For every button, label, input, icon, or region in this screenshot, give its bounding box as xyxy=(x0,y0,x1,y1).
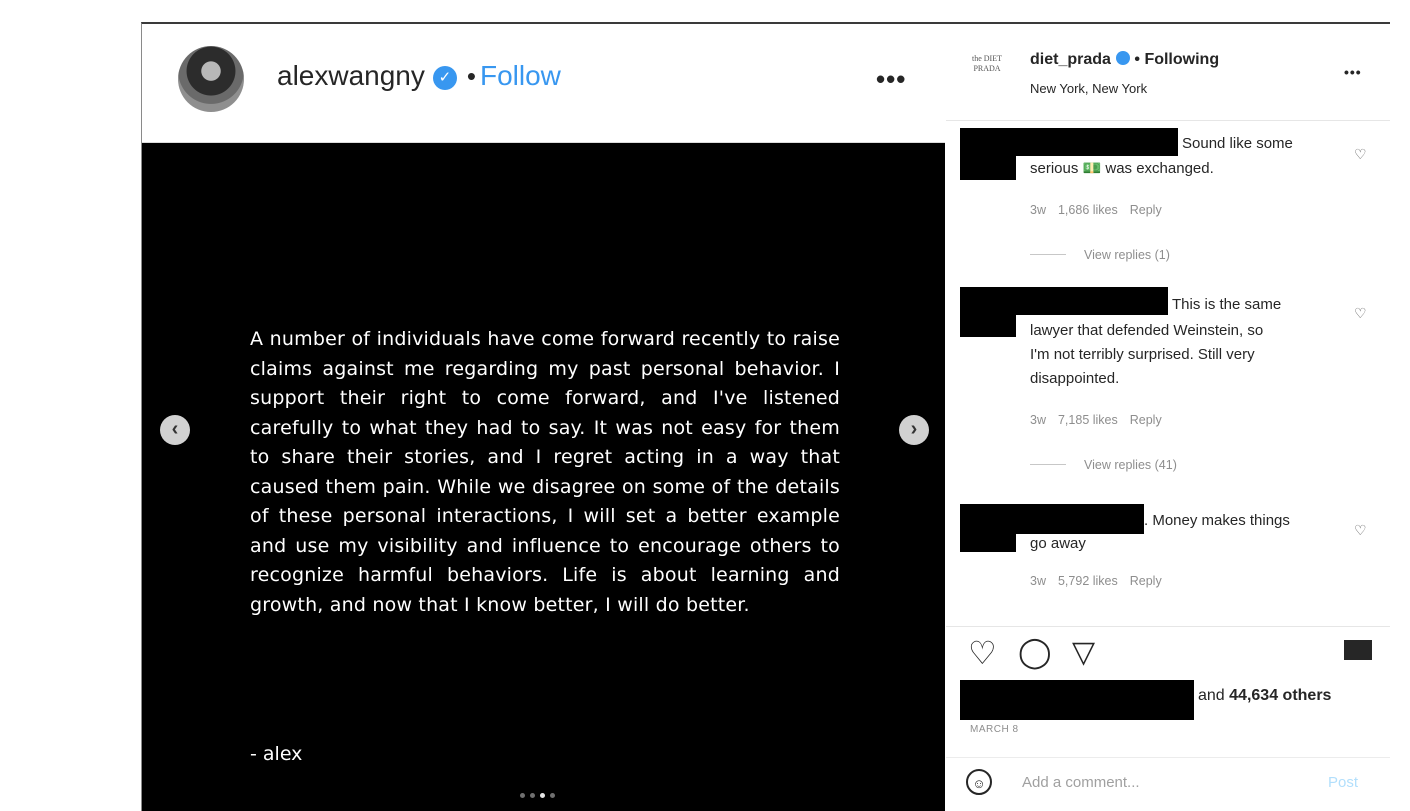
comment-reply-button[interactable]: Reply xyxy=(1130,574,1162,588)
post-location[interactable]: New York, New York xyxy=(1030,81,1147,96)
comment-like-heart-icon[interactable]: ♡ xyxy=(1354,305,1367,322)
verified-badge-icon xyxy=(1115,51,1130,65)
share-send-icon[interactable]: ▽ xyxy=(1072,636,1095,670)
poster-avatar[interactable]: the DIET PRADA xyxy=(964,54,1010,84)
comment-likes[interactable]: 5,792 likes xyxy=(1058,574,1118,588)
separator-dot: • xyxy=(1134,51,1140,68)
comment-age: 3w xyxy=(1030,413,1046,427)
post-comment-button[interactable]: Post xyxy=(1328,774,1358,791)
actions-divider xyxy=(946,626,1390,627)
comment-likes[interactable]: 7,185 likes xyxy=(1058,413,1118,427)
redacted-avatar xyxy=(960,128,1016,180)
divider xyxy=(1030,254,1066,255)
more-options-icon[interactable]: ••• xyxy=(1344,64,1362,80)
likes-summary[interactable]: and 44,634 others xyxy=(1198,687,1331,705)
separator-dot: • xyxy=(466,61,476,91)
poster-username[interactable]: diet_prada xyxy=(1030,51,1111,68)
comment-meta: 3w 7,185 likes Reply xyxy=(1030,413,1174,427)
comment-text-line: This is the same xyxy=(1172,296,1282,313)
comment-reply-button[interactable]: Reply xyxy=(1130,203,1162,217)
likes-count: 44,634 others xyxy=(1229,687,1332,704)
divider xyxy=(1030,464,1066,465)
redacted-username xyxy=(1016,287,1168,315)
comment-reply-button[interactable]: Reply xyxy=(1130,413,1162,427)
emoji-icon[interactable]: ☺ xyxy=(966,769,992,795)
comment-like-heart-icon[interactable]: ♡ xyxy=(1354,146,1367,163)
carousel-dot xyxy=(530,793,535,798)
chevron-left-icon: ‹ xyxy=(171,418,179,440)
redacted-avatar xyxy=(960,504,1016,552)
carousel-dot xyxy=(550,793,555,798)
redacted-username xyxy=(1016,504,1144,534)
post-date: MARCH 8 xyxy=(970,724,1019,735)
comment-meta: 3w 5,792 likes Reply xyxy=(1030,574,1174,588)
post-header: alexwangny ✓ • Follow ••• xyxy=(142,24,945,143)
like-heart-icon[interactable]: ♡ xyxy=(968,636,997,670)
chevron-right-icon: › xyxy=(910,418,918,440)
likes-suffix: and xyxy=(1198,687,1225,704)
post-image: A number of individuals have come forwar… xyxy=(142,143,945,811)
poster-line: diet_prada • Following xyxy=(1030,51,1219,69)
comment-text-line: I'm not terribly surprised. Still very xyxy=(1030,346,1255,363)
comment-text-line: disappointed. xyxy=(1030,370,1120,387)
carousel-dot-active xyxy=(540,793,545,798)
comment-text-line: go away xyxy=(1030,535,1086,552)
previous-slide-button[interactable]: ‹ xyxy=(160,415,190,445)
instagram-post-window: alexwangny ✓ • Follow ••• A number of indiv… xyxy=(141,22,1390,811)
comment-age: 3w xyxy=(1030,203,1046,217)
author-avatar[interactable] xyxy=(178,46,244,112)
comment-likes[interactable]: 1,686 likes xyxy=(1058,203,1118,217)
redacted-username xyxy=(1016,128,1178,156)
view-replies-label: View replies (41) xyxy=(1084,458,1177,472)
carousel-indicator xyxy=(520,793,555,798)
poster-header: the DIET PRADA diet_prada • Following Ne… xyxy=(946,24,1390,121)
comment-text-line: . Money makes things xyxy=(1144,512,1290,529)
comment-text-line: serious 💵 was exchanged. xyxy=(1030,160,1214,177)
comment-bubble-icon[interactable]: ◯ xyxy=(1018,636,1052,670)
redacted-avatar xyxy=(960,287,1016,337)
follow-button[interactable]: Follow xyxy=(480,60,561,91)
next-slide-button[interactable]: › xyxy=(899,415,929,445)
author-username[interactable]: alexwangny xyxy=(277,60,425,91)
comment-text-line: lawyer that defended Weinstein, so xyxy=(1030,322,1264,339)
statement-text: A number of individuals have come forwar… xyxy=(250,328,840,616)
comment-input[interactable]: Add a comment... xyxy=(1022,774,1140,791)
comments-panel: the DIET PRADA diet_prada • Following Ne… xyxy=(946,24,1390,811)
comment-meta: 3w 1,686 likes Reply xyxy=(1030,203,1174,217)
post-panel: alexwangny ✓ • Follow ••• A number of indiv… xyxy=(142,24,945,811)
bookmark-icon-top xyxy=(1344,640,1372,660)
author-line: alexwangny ✓ • Follow xyxy=(277,60,561,92)
following-button[interactable]: Following xyxy=(1144,51,1219,68)
view-replies-button[interactable]: View replies (1) xyxy=(1030,248,1170,262)
comment-text-line: Sound like some xyxy=(1182,135,1293,152)
comment-age: 3w xyxy=(1030,574,1046,588)
view-replies-button[interactable]: View replies (41) xyxy=(1030,458,1177,472)
carousel-dot xyxy=(520,793,525,798)
verified-badge-icon: ✓ xyxy=(432,66,457,90)
more-options-icon[interactable]: ••• xyxy=(876,64,906,95)
add-comment-row: ☺ Add a comment... Post xyxy=(946,757,1390,811)
statement-signoff: - alex xyxy=(250,743,303,765)
comment-like-heart-icon[interactable]: ♡ xyxy=(1354,522,1367,539)
view-replies-label: View replies (1) xyxy=(1084,248,1170,262)
redacted-liker-names xyxy=(960,680,1194,720)
